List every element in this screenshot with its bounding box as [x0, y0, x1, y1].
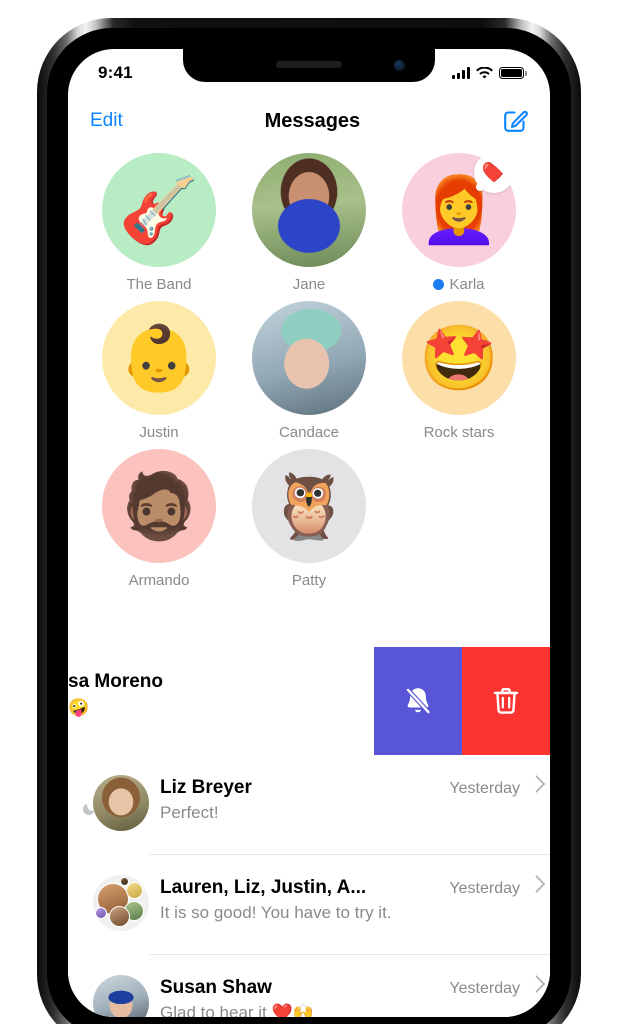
pinned-item-candace[interactable]: Candace [234, 301, 384, 441]
conversation-name: Liz Breyer [160, 777, 252, 798]
pinned-avatar[interactable]: 🦉 [252, 449, 366, 563]
pinned-name-text: Karla [449, 276, 485, 293]
pinned-name-text: Candace [278, 424, 340, 441]
pinned-item-label: Karla [433, 276, 485, 293]
conversation-list: sa Moreno 9:40 AM 🤪 [68, 647, 550, 1017]
avatar [93, 875, 149, 931]
owl-animoji-icon: 🦉 [269, 470, 349, 542]
pinned-avatar[interactable]: 🎸 [102, 153, 216, 267]
front-camera-icon [394, 60, 405, 71]
group-avatar-member [109, 906, 130, 927]
unread-dot-icon [433, 279, 445, 290]
pinned-item-label: The Band [126, 276, 191, 293]
pinned-item-jane[interactable]: Jane [234, 153, 384, 293]
pinned-name-text: Armando [128, 572, 190, 589]
heart-icon: ❤️ [481, 162, 507, 184]
memoji-emoji-icon: 🧔🏽 [119, 470, 199, 542]
group-avatar-member [120, 877, 129, 886]
conversation-timestamp: Yesterday [449, 880, 520, 897]
conversation-row-body: Liz Breyer Yesterday Perfect! [160, 755, 550, 823]
pinned-item-label: Armando [129, 572, 190, 589]
device-bezel: 9:41 Edit Messages [47, 28, 571, 1024]
status-bar-indicators [452, 63, 527, 80]
memoji-emoji-icon: 👶 [119, 322, 199, 394]
pinned-item-rock-stars[interactable]: 🤩 Rock stars [384, 301, 534, 441]
pinned-avatar[interactable] [252, 301, 366, 415]
iphone-device-frame: 9:41 Edit Messages [37, 18, 581, 1024]
edit-button[interactable]: Edit [90, 110, 123, 132]
heart-tapback-badge: ❤️ [474, 153, 514, 193]
conversation-preview: It is so good! You have to try it. [160, 903, 392, 922]
pinned-avatar[interactable]: 🤩 [402, 301, 516, 415]
battery-full-icon [499, 67, 527, 79]
bell-slash-icon [405, 687, 431, 715]
pinned-conversations-grid: 🎸 The Band Jane 👩‍� [68, 153, 550, 589]
conversation-row-header: Susan Shaw Yesterday [160, 975, 546, 999]
avatar [93, 975, 149, 1017]
conversation-preview: Glad to hear it ❤️🙌 [160, 1003, 314, 1017]
pinned-avatar[interactable]: 👩‍🦰 ❤️ [402, 153, 516, 267]
conversation-row-header: Liz Breyer Yesterday [160, 775, 546, 799]
pinned-item-label: Rock stars [424, 424, 495, 441]
pinned-item-justin[interactable]: 👶 Justin [84, 301, 234, 441]
pinned-name-text: Patty [291, 572, 327, 589]
conversation-row-body: Lauren, Liz, Justin, A... Yesterday It i… [160, 855, 550, 923]
conversation-preview: Perfect! [160, 803, 219, 822]
conversation-name: sa Moreno [68, 671, 164, 692]
pinned-item-the-band[interactable]: 🎸 The Band [84, 153, 234, 293]
pinned-item-label: Patty [292, 572, 326, 589]
pinned-item-label: Jane [293, 276, 326, 293]
conversation-name: Susan Shaw [160, 977, 272, 998]
wifi-icon [476, 66, 493, 79]
chevron-right-icon [535, 775, 545, 793]
cellular-bars-icon [452, 67, 470, 79]
conversation-timestamp: Yesterday [449, 780, 520, 797]
conversation-timestamp: Yesterday [449, 980, 520, 997]
swipe-actions [374, 647, 550, 755]
emoji-icon: 🤪 [68, 698, 90, 717]
conversation-row-susan-shaw[interactable]: Susan Shaw Yesterday Glad to hear it ❤️🙌 [68, 955, 550, 1017]
conversation-row-swiped[interactable]: sa Moreno 9:40 AM 🤪 [68, 647, 550, 755]
conversation-row-group[interactable]: Lauren, Liz, Justin, A... Yesterday It i… [68, 855, 550, 955]
status-bar-clock: 9:41 [98, 63, 133, 82]
pinned-item-armando[interactable]: 🧔🏽 Armando [84, 449, 234, 589]
mute-action-button[interactable] [374, 647, 462, 755]
device-notch [183, 49, 435, 82]
chevron-right-icon [535, 875, 545, 893]
guitar-emoji-icon: 🎸 [119, 174, 199, 246]
conversation-row-header: Lauren, Liz, Justin, A... Yesterday [160, 875, 546, 899]
pinned-name-text: Rock stars [423, 424, 495, 441]
messages-app-screen: 9:41 Edit Messages [68, 49, 550, 1017]
conversation-row-body: Susan Shaw Yesterday Glad to hear it ❤️🙌 [160, 955, 550, 1017]
pinned-name-text: The Band [126, 276, 192, 293]
trash-icon [493, 687, 519, 714]
pinned-item-label: Candace [279, 424, 339, 441]
group-avatar-member [126, 882, 143, 899]
pinned-item-karla[interactable]: 👩‍🦰 ❤️ Karla [384, 153, 534, 293]
pinned-name-text: Jane [292, 276, 326, 293]
group-avatar [93, 875, 149, 931]
earpiece-speaker-icon [276, 61, 342, 68]
screenshot-stage: 9:41 Edit Messages [0, 0, 618, 1024]
pinned-avatar[interactable] [252, 153, 366, 267]
page-title: Messages [264, 109, 361, 132]
conversation-row-liz-breyer[interactable]: Liz Breyer Yesterday Perfect! [68, 755, 550, 855]
navigation-bar: Edit Messages [68, 93, 550, 149]
pinned-item-label: Justin [139, 424, 178, 441]
pinned-avatar[interactable]: 👶 [102, 301, 216, 415]
delete-action-button[interactable] [462, 647, 550, 755]
pinned-avatar[interactable]: 🧔🏽 [102, 449, 216, 563]
chevron-right-icon [535, 975, 545, 993]
star-struck-emoji-icon: 🤩 [419, 322, 499, 394]
group-avatar-member [95, 907, 107, 919]
conversation-name: Lauren, Liz, Justin, A... [160, 877, 367, 898]
pinned-item-patty[interactable]: 🦉 Patty [234, 449, 384, 589]
compose-icon[interactable] [502, 108, 528, 134]
pinned-name-text: Justin [139, 424, 179, 441]
avatar [93, 775, 149, 831]
